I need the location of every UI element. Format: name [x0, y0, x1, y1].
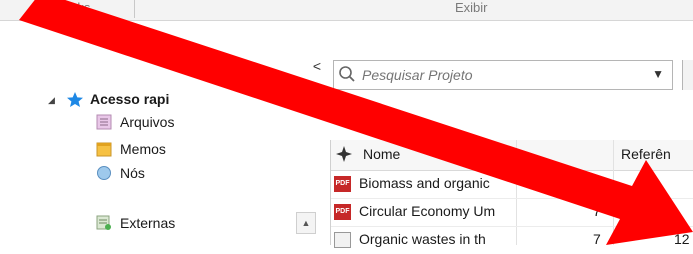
- nav-item-nos[interactable]: Nós: [96, 162, 145, 184]
- chevron-down-icon[interactable]: ▼: [652, 67, 664, 81]
- table-row[interactable]: PDF Biomass and organic: [331, 171, 693, 199]
- table-row[interactable]: Organic wastes in th 7 12: [331, 227, 693, 254]
- nav-item-quick-access[interactable]: Acesso rapi: [66, 88, 169, 110]
- nav-item-label: Arquivos: [120, 114, 175, 130]
- table-row[interactable]: PDF Circular Economy Um 7: [331, 199, 693, 227]
- scrollbar-up-button[interactable]: ▲: [296, 212, 316, 234]
- column-header-nome[interactable]: Nome: [363, 146, 400, 162]
- list-header: Nome Referên: [331, 140, 693, 171]
- pin-icon: [335, 145, 353, 166]
- file-list: Nome Referên PDF Biomass and organic PDF…: [330, 140, 693, 248]
- ribbon-group-labels: Links Exibir: [0, 0, 693, 21]
- files-icon: [96, 114, 114, 130]
- search-icon: [338, 65, 356, 86]
- nav-item-arquivos[interactable]: Arquivos: [96, 111, 174, 133]
- pdf-icon: PDF: [334, 176, 351, 192]
- collapse-nav-button[interactable]: <: [306, 58, 328, 78]
- nav-item-memos[interactable]: Memos: [96, 138, 166, 160]
- quick-access-label: Acesso rapi: [90, 91, 170, 107]
- nav-item-label: Externas: [120, 215, 176, 231]
- nav-item-label: Nós: [120, 165, 145, 181]
- nav-item-label: Memos: [120, 141, 166, 157]
- right-panel-edge: [682, 60, 693, 90]
- search-input[interactable]: [360, 64, 634, 86]
- project-search-box[interactable]: ▼: [333, 60, 673, 90]
- external-files-icon: [96, 215, 114, 231]
- pdf-icon: PDF: [334, 204, 351, 220]
- ribbon-group-links: Links: [60, 0, 91, 15]
- expand-caret-icon[interactable]: ◢: [48, 95, 55, 106]
- file-name: Biomass and organic: [359, 175, 490, 191]
- node-icon: [96, 165, 114, 181]
- file-count: 7: [593, 203, 601, 219]
- nav-item-externas[interactable]: Externas: [96, 212, 175, 234]
- document-icon: [334, 232, 351, 248]
- memo-icon: [96, 141, 114, 157]
- ribbon-group-exibir: Exibir: [455, 0, 488, 15]
- file-name: Circular Economy Um: [359, 203, 496, 219]
- star-icon: [66, 91, 84, 107]
- column-header-referencias[interactable]: Referên: [621, 146, 671, 162]
- ribbon-separator: [134, 0, 135, 18]
